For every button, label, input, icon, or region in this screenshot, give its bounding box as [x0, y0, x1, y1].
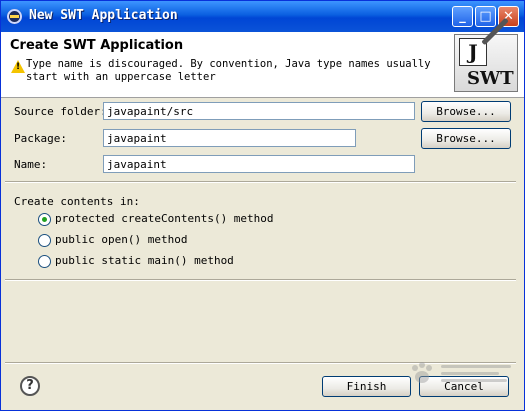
wizard-page-title: Create SWT Application	[10, 38, 184, 53]
name-label: Name:	[14, 158, 48, 171]
title-bar[interactable]: New SWT Application _ □ ✕	[1, 1, 524, 32]
watermark-logo	[412, 362, 511, 383]
radio-button[interactable]	[38, 234, 51, 247]
package-input[interactable]: javapaint	[103, 129, 356, 147]
radio-button-checked[interactable]	[38, 213, 51, 226]
name-input[interactable]: javapaint	[103, 155, 415, 173]
package-browse-button[interactable]: Browse...	[421, 128, 511, 149]
radio-option-label[interactable]: public open() method	[55, 233, 187, 246]
eclipse-app-icon	[7, 9, 22, 24]
source-folder-label: Source folder:	[14, 105, 107, 118]
radio-option-label[interactable]: protected createContents() method	[55, 212, 274, 225]
finish-button[interactable]: Finish	[322, 376, 411, 397]
warning-triangle-icon: !	[11, 60, 25, 73]
minimize-button[interactable]: _	[452, 6, 473, 27]
separator	[5, 181, 516, 183]
swt-logo-icon: J SWT	[454, 17, 518, 92]
maximize-button[interactable]: □	[475, 6, 496, 27]
radio-option-label[interactable]: public static main() method	[55, 254, 234, 267]
create-contents-label: Create contents in:	[14, 195, 140, 208]
window-title: New SWT Application	[29, 8, 178, 23]
source-folder-browse-button[interactable]: Browse...	[421, 101, 511, 122]
separator	[5, 279, 516, 281]
new-swt-application-dialog: New SWT Application _ □ ✕ Create SWT App…	[0, 0, 525, 411]
wizard-warning-message: Type name is discouraged. By convention,…	[26, 58, 431, 83]
radio-button[interactable]	[38, 255, 51, 268]
swt-logo-text: SWT	[467, 68, 514, 89]
help-question-icon[interactable]: ?	[20, 376, 40, 396]
source-folder-input[interactable]: javapaint/src	[103, 102, 415, 120]
package-label: Package:	[14, 132, 67, 145]
wizard-banner: Create SWT Application ! Type name is di…	[1, 17, 524, 98]
